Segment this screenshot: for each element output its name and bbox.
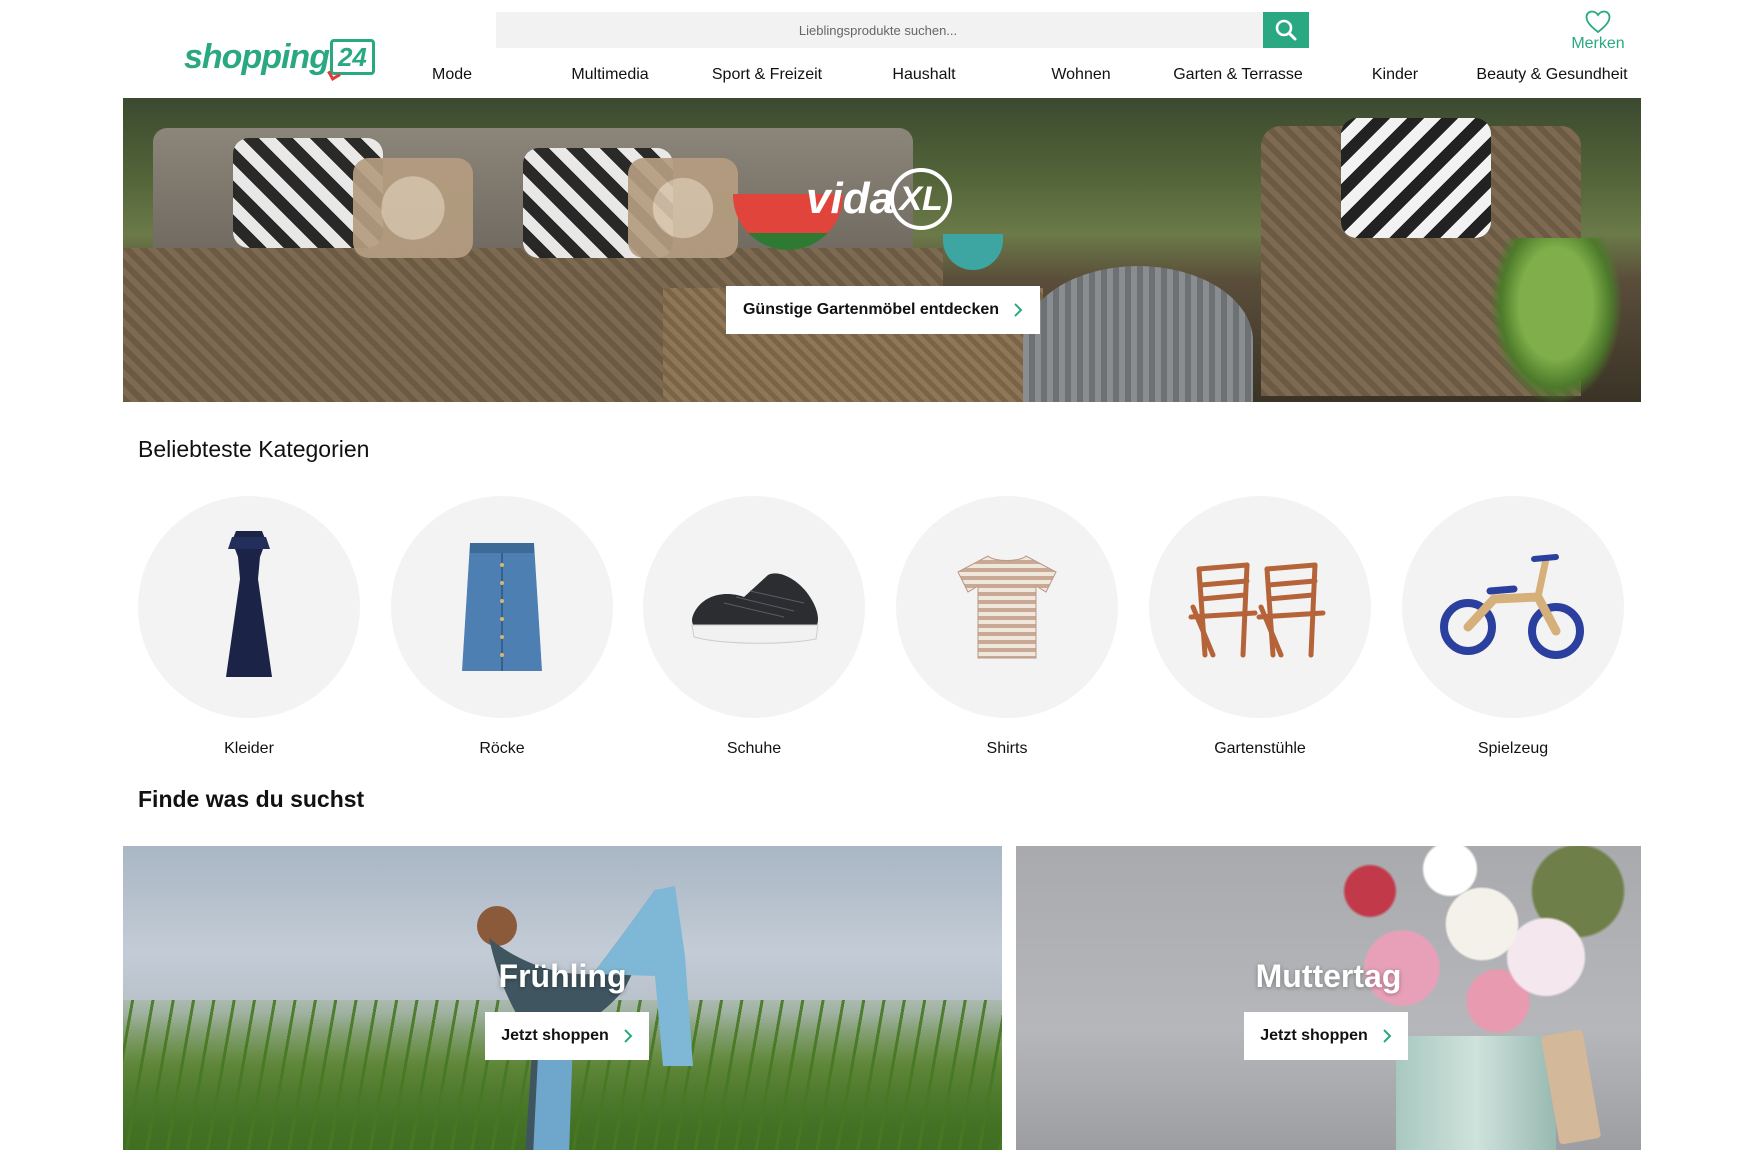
shop-button-label: Jetzt shoppen: [1260, 1027, 1368, 1044]
nav-item-garten-terrasse[interactable]: Garten & Terrasse: [1173, 66, 1303, 84]
chevron-right-icon: [1383, 1029, 1392, 1043]
search-icon: [1275, 19, 1297, 41]
nav-item-wohnen[interactable]: Wohnen: [1051, 66, 1110, 84]
search-input[interactable]: [496, 12, 1260, 48]
shop-button-label: Jetzt shoppen: [501, 1027, 609, 1044]
fruehling-title: Frühling: [498, 958, 627, 994]
muttertag-shop-button[interactable]: Jetzt shoppen: [1244, 1012, 1408, 1060]
balance-bike-image: [1440, 554, 1584, 659]
vase-image: [1396, 1036, 1556, 1150]
search-button[interactable]: [1263, 12, 1309, 48]
vidaxl-logo: vida XL: [806, 164, 966, 234]
merken-button[interactable]: Merken: [1568, 10, 1628, 53]
category-label: Röcke: [479, 740, 525, 757]
category-gartenstuehle[interactable]: Gartenstühle: [1149, 496, 1371, 758]
skirt-image: [462, 543, 542, 671]
site-header: shopping 24 Merken Mode Multimedia Sport…: [0, 0, 1764, 98]
category-label: Spielzeug: [1477, 740, 1549, 757]
hero-cta-button[interactable]: Günstige Gartenmöbel entdecken: [726, 286, 1040, 334]
nav-item-haushalt[interactable]: Haushalt: [892, 66, 955, 84]
merken-label: Merken: [1571, 35, 1625, 52]
hero-banner[interactable]: vida XL Günstige Gartenmöbel entdecken: [123, 98, 1641, 402]
pouf-image: [1023, 266, 1253, 402]
chevron-right-icon: [1014, 303, 1023, 317]
nav-item-beauty-gesundheit[interactable]: Beauty & Gesundheit: [1476, 66, 1627, 84]
fruehling-tile[interactable]: Frühling Jetzt shoppen: [123, 846, 1002, 1150]
category-label: Schuhe: [726, 740, 782, 757]
chevron-right-icon: [624, 1029, 633, 1043]
sneaker-image: [691, 573, 819, 644]
nav-item-mode[interactable]: Mode: [432, 66, 472, 84]
categories-title: Beliebteste Kategorien: [138, 436, 370, 462]
hero-cta-label: Günstige Gartenmöbel entdecken: [742, 301, 1000, 318]
category-shirts[interactable]: Shirts: [896, 496, 1118, 758]
muttertag-title: Muttertag: [1255, 958, 1402, 994]
main-nav: Mode Multimedia Sport & Freizeit Haushal…: [376, 66, 1644, 90]
category-roecke[interactable]: Röcke: [391, 496, 613, 758]
plant-image: [1491, 238, 1621, 402]
category-kleider[interactable]: Kleider: [138, 496, 360, 758]
nav-item-multimedia[interactable]: Multimedia: [571, 66, 648, 84]
logo-badge: 24: [327, 39, 375, 81]
category-schuhe[interactable]: Schuhe: [643, 496, 865, 758]
category-spielzeug[interactable]: Spielzeug: [1402, 496, 1624, 758]
category-label: Gartenstühle: [1214, 740, 1306, 757]
nav-item-kinder[interactable]: Kinder: [1372, 66, 1418, 84]
shopping24-logo[interactable]: shopping 24: [184, 38, 375, 81]
nav-item-sport-freizeit[interactable]: Sport & Freizeit: [712, 66, 822, 84]
search-bar: [496, 12, 1309, 48]
muttertag-tile[interactable]: Muttertag Jetzt shoppen: [1016, 846, 1641, 1150]
category-label: Shirts: [986, 740, 1028, 757]
find-title: Finde was du suchst: [138, 786, 365, 812]
category-label: Kleider: [224, 740, 274, 757]
dress-image: [226, 531, 272, 677]
yoga-woman-image: [477, 886, 693, 1150]
fruehling-shop-button[interactable]: Jetzt shoppen: [485, 1012, 649, 1060]
logo-text: shopping: [184, 38, 330, 76]
garden-chairs-image: [1188, 562, 1326, 658]
shirt-image: [957, 555, 1057, 659]
heart-icon: [1585, 10, 1611, 34]
